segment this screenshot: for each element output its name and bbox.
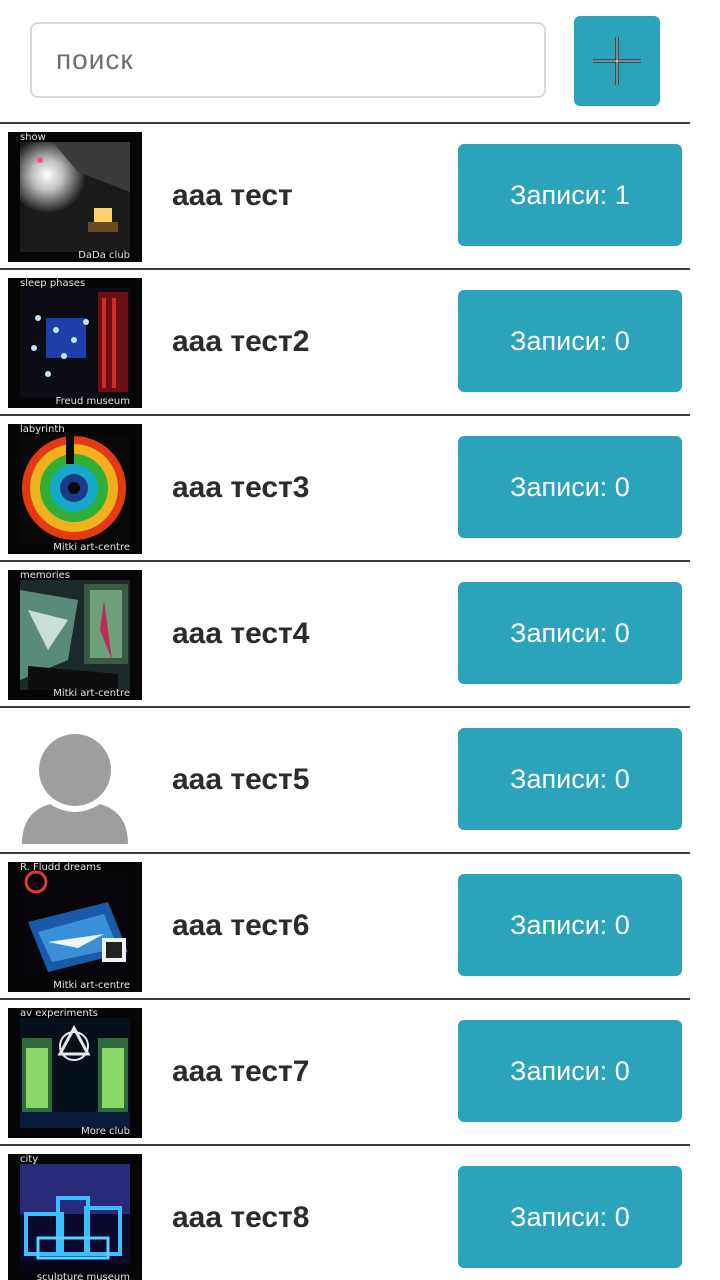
- item-name: ааа тест8: [172, 1201, 310, 1234]
- item-name: ааа тест5: [172, 763, 310, 796]
- avatar-placeholder-icon: [8, 716, 142, 846]
- list-item[interactable]: labyrinth Mitki art-centre ааа тест3 Зап…: [0, 414, 690, 560]
- item-name: ааа тест7: [172, 1055, 310, 1088]
- item-name: ааа тест2: [172, 325, 310, 358]
- item-thumbnail: memories Mitki art-centre: [8, 570, 142, 700]
- item-thumbnail: show DaDa club: [8, 132, 142, 262]
- thumbnail-title: memories: [20, 570, 71, 581]
- thumbnail-venue: sculpture museum: [36, 1272, 130, 1280]
- records-button[interactable]: Записи: 0: [458, 728, 682, 830]
- thumbnail-title: city: [20, 1154, 39, 1165]
- thumbnail-title: R. Fludd dreams: [20, 862, 102, 873]
- add-button[interactable]: [574, 16, 660, 106]
- item-name: ааа тест6: [172, 909, 310, 942]
- list-item[interactable]: av experiments More club ааа тест7 Запис…: [0, 998, 690, 1144]
- item-list: show DaDa club ааа тест Записи: 1 sleep …: [0, 122, 690, 1280]
- plus-icon: [593, 37, 641, 85]
- thumbnail-title: labyrinth: [20, 424, 65, 435]
- records-button[interactable]: Записи: 0: [458, 582, 682, 684]
- thumbnail-venue: More club: [81, 1126, 130, 1137]
- item-thumbnail: R. Fludd dreams Mitki art-centre: [8, 862, 142, 992]
- list-item[interactable]: city sculpture museum ааа тест8 Записи: …: [0, 1144, 690, 1280]
- thumbnail-venue: Mitki art-centre: [53, 980, 130, 991]
- item-thumbnail: city sculpture museum: [8, 1154, 142, 1280]
- thumbnail-venue: Mitki art-centre: [53, 688, 130, 699]
- list-item[interactable]: ааа тест5 Записи: 0: [0, 706, 690, 852]
- list-item[interactable]: R. Fludd dreams Mitki art-centre ааа тес…: [0, 852, 690, 998]
- item-thumbnail: av experiments More club: [8, 1008, 142, 1138]
- records-button[interactable]: Записи: 0: [458, 874, 682, 976]
- item-name: ааа тест3: [172, 471, 310, 504]
- thumbnail-venue: Freud museum: [55, 396, 130, 407]
- records-button[interactable]: Записи: 0: [458, 436, 682, 538]
- item-name: ааа тест: [172, 179, 293, 212]
- list-item[interactable]: memories Mitki art-centre ааа тест4 Запи…: [0, 560, 690, 706]
- item-thumbnail: labyrinth Mitki art-centre: [8, 424, 142, 554]
- records-button[interactable]: Записи: 1: [458, 144, 682, 246]
- records-button[interactable]: Записи: 0: [458, 290, 682, 392]
- search-input[interactable]: [30, 22, 546, 98]
- item-name: ааа тест4: [172, 617, 310, 650]
- list-item[interactable]: show DaDa club ааа тест Записи: 1: [0, 122, 690, 268]
- item-thumbnail: sleep phases Freud museum: [8, 278, 142, 408]
- thumbnail-title: show: [20, 132, 46, 143]
- thumbnail-title: av experiments: [20, 1008, 98, 1019]
- header: [0, 0, 720, 122]
- list-item[interactable]: sleep phases Freud museum ааа тест2 Запи…: [0, 268, 690, 414]
- thumbnail-title: sleep phases: [20, 278, 86, 289]
- records-button[interactable]: Записи: 0: [458, 1166, 682, 1268]
- records-button[interactable]: Записи: 0: [458, 1020, 682, 1122]
- thumbnail-venue: DaDa club: [78, 250, 130, 261]
- thumbnail-venue: Mitki art-centre: [53, 542, 130, 553]
